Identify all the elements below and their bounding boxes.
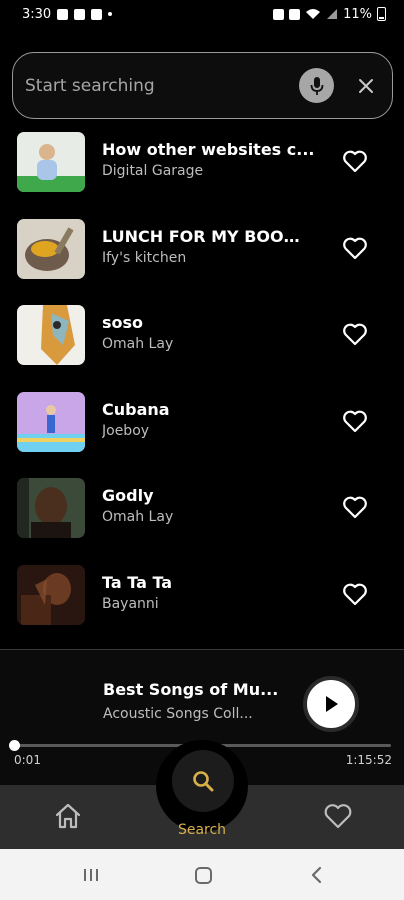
play-icon [326, 696, 338, 712]
track-artist: Digital Garage [102, 163, 204, 179]
track-thumbnail [17, 132, 85, 192]
notification-icon [57, 8, 69, 20]
result-item[interactable]: soso Omah Lay [0, 301, 404, 388]
track-artist: Ify's kitchen [102, 249, 187, 266]
track-thumbnail [17, 218, 85, 279]
more-notifications-icon [108, 12, 113, 16]
track-artist: Omah Lay [102, 336, 174, 352]
lock-icon [273, 8, 285, 20]
track-thumbnail [17, 305, 85, 365]
search-results-list: How other websites c... Digital Garage L… [0, 128, 404, 647]
heart-icon[interactable] [342, 495, 368, 519]
heart-icon[interactable] [342, 322, 368, 346]
search-bar [12, 52, 393, 119]
voice-search-button[interactable] [299, 68, 334, 103]
track-title: Cubana [102, 399, 170, 419]
track-title: Ta Ta Ta [102, 572, 173, 592]
track-title: LUNCH FOR MY BOO🥰... [102, 226, 317, 246]
heart-icon[interactable] [342, 236, 368, 260]
status-bar: 3:30 11% [0, 0, 404, 28]
gallery-icon [74, 8, 86, 20]
track-thumbnail [17, 478, 85, 538]
track-title: Godly [102, 486, 154, 505]
current-time: 0:01 [14, 753, 41, 767]
heart-icon[interactable] [342, 582, 368, 606]
system-home-button[interactable] [195, 867, 212, 884]
checkbox-icon [91, 8, 103, 20]
track-title: How other websites c... [102, 140, 315, 159]
recents-icon[interactable] [82, 868, 100, 882]
heart-icon[interactable] [342, 149, 368, 173]
nav-search-button[interactable] [172, 750, 234, 812]
track-thumbnail [17, 391, 85, 452]
status-time: 3:30 [22, 6, 52, 22]
track-artist: Joeboy [102, 422, 150, 439]
track-artist: Bayanni [102, 595, 159, 612]
clear-search-button[interactable] [354, 74, 378, 98]
search-icon [193, 771, 214, 792]
result-item[interactable]: LUNCH FOR MY BOO🥰... Ify's kitchen [0, 215, 404, 302]
nav-search-label[interactable]: Search [0, 822, 404, 838]
heart-icon[interactable] [342, 409, 368, 433]
track-thumbnail [17, 564, 85, 625]
result-item[interactable]: How other websites c... Digital Garage [0, 128, 404, 215]
progress-handle[interactable] [9, 740, 20, 751]
result-item[interactable]: Ta Ta Ta Bayanni [0, 561, 404, 648]
now-playing-title: Best Songs of Mu... [103, 680, 279, 699]
search-input[interactable] [25, 75, 299, 96]
result-item[interactable]: Cubana Joeboy [0, 388, 404, 475]
now-playing-artist: Acoustic Songs Coll... [103, 706, 253, 722]
play-button[interactable] [303, 676, 359, 732]
back-icon[interactable] [309, 866, 323, 884]
result-item[interactable]: Godly Omah Lay [0, 474, 404, 561]
battery-icon [377, 7, 386, 21]
wifi-icon [306, 9, 321, 19]
total-time: 1:15:52 [345, 753, 392, 767]
battery-percent: 11% [343, 6, 372, 22]
signal-icon [327, 9, 338, 19]
close-icon [359, 78, 373, 93]
mic-icon [310, 76, 323, 95]
track-title: soso [102, 313, 144, 332]
track-artist: Omah Lay [102, 509, 174, 525]
alarm-icon [289, 8, 301, 20]
system-nav-bar [0, 849, 404, 900]
